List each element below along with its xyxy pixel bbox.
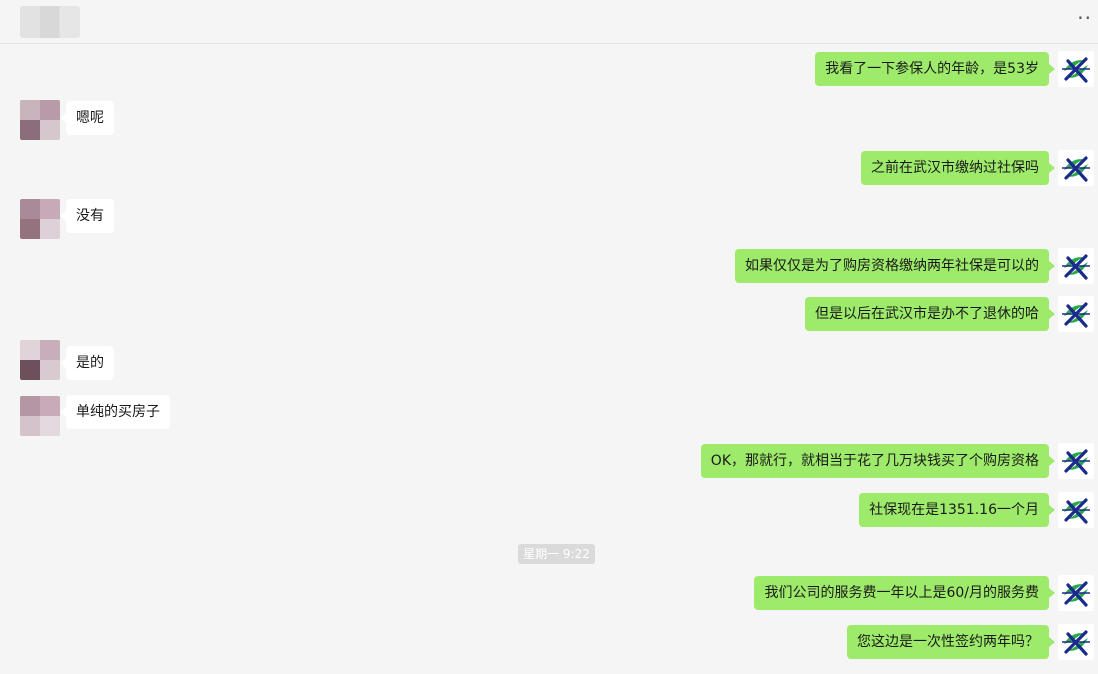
message-bubble-outgoing[interactable]: 您这边是一次性签约两年吗？ bbox=[847, 625, 1055, 659]
message-bubble-outgoing[interactable]: 之前在武汉市缴纳过社保吗 bbox=[861, 151, 1055, 185]
company-logo-icon[interactable] bbox=[1058, 248, 1094, 284]
contact-avatar[interactable] bbox=[20, 199, 60, 239]
company-logo-icon-shape bbox=[1062, 449, 1090, 475]
message-bubble-outgoing[interactable]: 我们公司的服务费一年以上是60/月的服务费 bbox=[754, 576, 1055, 610]
company-logo-icon[interactable] bbox=[1058, 575, 1094, 611]
contact-avatar[interactable] bbox=[20, 340, 60, 380]
message-bubble-outgoing[interactable]: 社保现在是1351.16一个月 bbox=[859, 493, 1055, 527]
company-logo-icon-shape bbox=[1062, 630, 1090, 656]
message-bubble-outgoing[interactable]: 但是以后在武汉市是办不了退休的哈 bbox=[805, 297, 1055, 331]
company-logo-icon-shape bbox=[1062, 302, 1090, 328]
more-options-icon[interactable]: ·· bbox=[1077, 8, 1092, 28]
company-logo-icon[interactable] bbox=[1058, 296, 1094, 332]
company-logo-icon-shape bbox=[1062, 254, 1090, 280]
company-logo-icon[interactable] bbox=[1058, 150, 1094, 186]
company-logo-icon-shape bbox=[1062, 156, 1090, 182]
message-bubble-outgoing[interactable]: OK，那就行，就相当于花了几万块钱买了个购房资格 bbox=[700, 444, 1056, 478]
company-logo-icon-shape bbox=[1062, 498, 1090, 524]
chat-title bbox=[20, 6, 80, 38]
company-logo-icon-shape bbox=[1062, 581, 1090, 607]
message-bubble-incoming[interactable]: 嗯呢 bbox=[60, 101, 114, 135]
message-bubble-outgoing[interactable]: 如果仅仅是为了购房资格缴纳两年社保是可以的 bbox=[735, 249, 1055, 283]
message-bubble-incoming[interactable]: 没有 bbox=[60, 199, 114, 233]
contact-avatar[interactable] bbox=[20, 396, 60, 436]
message-bubble-incoming[interactable]: 是的 bbox=[60, 346, 114, 380]
message-bubble-incoming[interactable]: 单纯的买房子 bbox=[60, 395, 170, 429]
company-logo-icon[interactable] bbox=[1058, 443, 1094, 479]
company-logo-icon-shape bbox=[1062, 57, 1090, 83]
company-logo-icon[interactable] bbox=[1058, 51, 1094, 87]
contact-avatar[interactable] bbox=[20, 100, 60, 140]
message-bubble-outgoing[interactable]: 我看了一下参保人的年龄，是53岁 bbox=[815, 52, 1055, 86]
timestamp-divider: 星期一 9:22 bbox=[518, 544, 595, 564]
chat-header: ·· bbox=[0, 0, 1098, 44]
company-logo-icon[interactable] bbox=[1058, 492, 1094, 528]
company-logo-icon[interactable] bbox=[1058, 624, 1094, 660]
